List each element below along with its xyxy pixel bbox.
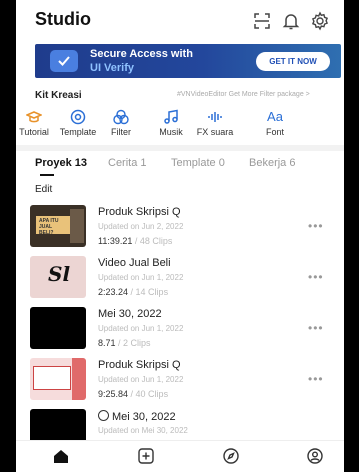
music-note-icon xyxy=(154,109,188,125)
project-name-text: Mei 30, 2022 xyxy=(112,411,176,423)
thumbnail-card xyxy=(33,366,71,390)
tool-label: FX suara xyxy=(196,127,234,137)
project-clips: / 14 Clips xyxy=(130,287,169,297)
add-project-icon[interactable] xyxy=(137,447,155,465)
project-updated: Updated on Jun 1, 2022 xyxy=(98,324,184,333)
project-meta: 2:23.24 / 14 Clips xyxy=(98,287,168,297)
tool-filter[interactable]: Filter xyxy=(104,109,138,137)
project-thumbnail: Sl xyxy=(30,256,86,298)
tool-tutorial[interactable]: Tutorial xyxy=(16,109,54,137)
tab-cerita[interactable]: Cerita 1 xyxy=(108,157,147,169)
project-thumbnail xyxy=(30,409,86,440)
project-row[interactable]: Produk Skripsi Q Updated on Jun 1, 2022 … xyxy=(16,358,344,410)
project-updated: Updated on Jun 2, 2022 xyxy=(98,222,184,231)
tool-label: Template xyxy=(59,127,97,137)
project-name: Mei 30, 2022 xyxy=(98,308,162,320)
project-updated: Updated on Jun 1, 2022 xyxy=(98,273,184,282)
project-duration: 2:23.24 xyxy=(98,287,129,297)
tab-proyek[interactable]: Proyek 13 xyxy=(35,157,87,169)
more-options-icon[interactable]: ••• xyxy=(308,270,324,284)
header: Studio xyxy=(16,0,344,42)
project-duration: 9:25.84 xyxy=(98,389,129,399)
project-clips: / 2 Clips xyxy=(118,338,151,348)
project-name: Produk Skripsi Q xyxy=(98,206,181,218)
bottom-nav xyxy=(16,440,344,472)
thumbnail-photo xyxy=(70,209,84,243)
tab-template[interactable]: Template 0 xyxy=(171,157,225,169)
section-divider xyxy=(16,145,344,151)
thumbnail-strip xyxy=(72,358,86,400)
more-options-icon[interactable]: ••• xyxy=(308,372,324,386)
project-row[interactable]: APA ITU JUAL BELI? Produk Skripsi Q Upda… xyxy=(16,205,344,257)
get-it-now-button[interactable]: GET IT NOW xyxy=(256,52,330,71)
project-thumbnail xyxy=(30,358,86,400)
page-title: Studio xyxy=(35,9,91,29)
shield-check-icon xyxy=(50,50,78,72)
settings-gear-icon[interactable] xyxy=(310,11,330,31)
graduation-cap-icon xyxy=(16,109,54,125)
tool-font[interactable]: Aa Font xyxy=(258,109,292,137)
more-options-icon[interactable]: ••• xyxy=(308,219,324,233)
project-updated: Updated on Jun 1, 2022 xyxy=(98,375,184,384)
project-name: Mei 30, 2022 xyxy=(98,410,176,423)
kit-section-title: Kit Kreasi xyxy=(35,90,82,101)
tool-fx-suara[interactable]: FX suara xyxy=(192,109,238,137)
thumbnail-caption: APA ITU JUAL BELI? xyxy=(36,216,70,236)
tool-musik[interactable]: Musik xyxy=(154,109,188,137)
tab-bekerja[interactable]: Bekerja 6 xyxy=(249,157,295,169)
project-duration: 8.71 xyxy=(98,338,116,348)
active-tab-indicator xyxy=(40,174,54,176)
project-name: Video Jual Beli xyxy=(98,257,171,269)
project-updated: Updated on Mei 30, 2022 xyxy=(98,426,188,435)
clock-icon xyxy=(98,410,109,421)
tool-label: Musik xyxy=(159,127,183,137)
banner-subtitle: UI Verify xyxy=(90,62,135,74)
project-name: Produk Skripsi Q xyxy=(98,359,181,371)
project-row[interactable]: Mei 30, 2022 Updated on Jun 1, 2022 8.71… xyxy=(16,307,344,359)
filter-package-link[interactable]: #VNVideoEditor Get More Filter package > xyxy=(177,91,310,98)
banner-title: Secure Access with xyxy=(90,48,193,60)
edit-button[interactable]: Edit xyxy=(35,184,52,195)
project-row[interactable]: Sl Video Jual Beli Updated on Jun 1, 202… xyxy=(16,256,344,308)
tool-label: Filter xyxy=(111,127,131,137)
more-options-icon[interactable]: ••• xyxy=(308,321,324,335)
project-duration: 11:39.21 xyxy=(98,236,133,246)
filter-circles-icon xyxy=(104,109,138,125)
app-screen: Studio Secure Access with UI Verify GET … xyxy=(16,0,344,472)
project-thumbnail: APA ITU JUAL BELI? xyxy=(30,205,86,247)
project-thumbnail xyxy=(30,307,86,349)
project-clips: / 40 Clips xyxy=(130,389,169,399)
tool-label: Font xyxy=(265,127,284,137)
project-meta: 8.71 / 2 Clips xyxy=(98,338,151,348)
profile-icon[interactable] xyxy=(306,447,324,465)
notification-bell-icon[interactable] xyxy=(281,11,301,31)
project-meta: 9:25.84 / 40 Clips xyxy=(98,389,168,399)
home-icon[interactable] xyxy=(52,447,70,465)
tool-label: Tutorial xyxy=(19,127,49,137)
compass-icon[interactable] xyxy=(222,447,240,465)
sound-wave-icon xyxy=(192,109,238,125)
tool-template[interactable]: Template xyxy=(57,109,99,137)
thumbnail-caption: Sl xyxy=(48,262,71,286)
font-aa-icon: Aa xyxy=(267,109,283,124)
project-meta: 11:39.21 / 48 Clips xyxy=(98,236,172,246)
promo-banner[interactable]: Secure Access with UI Verify GET IT NOW xyxy=(35,44,341,78)
project-clips: / 48 Clips xyxy=(134,236,173,246)
template-circle-icon xyxy=(57,109,99,125)
scan-icon[interactable] xyxy=(252,11,272,31)
